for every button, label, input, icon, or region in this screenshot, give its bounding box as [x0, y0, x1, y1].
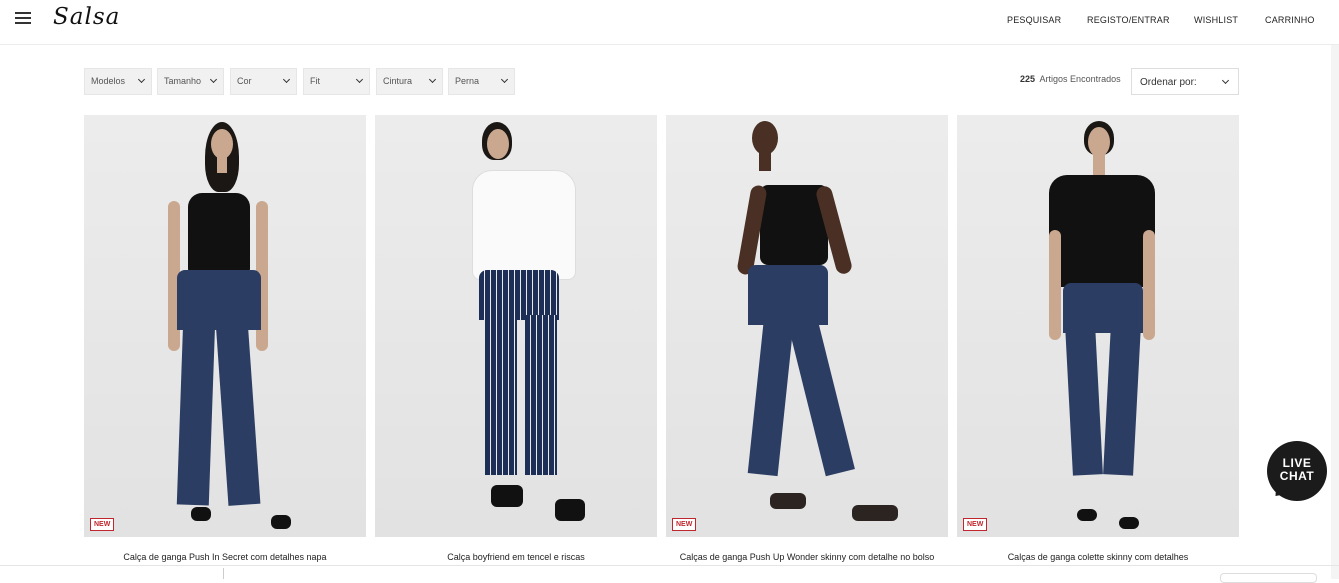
model-leg: [176, 319, 216, 506]
product-image[interactable]: NEW: [957, 115, 1239, 537]
model-leg: [747, 313, 795, 477]
filter-label: Tamanho: [164, 76, 202, 86]
chevron-down-icon: [282, 75, 291, 84]
chevron-down-icon: [137, 75, 146, 84]
model-leg: [525, 315, 557, 475]
product-title[interactable]: Calças de ganga colette skinny com detal…: [957, 552, 1239, 562]
chevron-down-icon: [355, 75, 364, 84]
model-top: [188, 193, 250, 273]
model-leg: [485, 315, 517, 475]
product-title[interactable]: Calça de ganga Push In Secret com detalh…: [84, 552, 366, 562]
filter-fit[interactable]: Fit: [303, 68, 370, 95]
livechat-line2: CHAT: [1279, 469, 1315, 483]
product-card[interactable]: Calça boyfriend em tencel e riscas: [375, 115, 657, 562]
logo[interactable]: Salsa: [53, 4, 120, 30]
results-count: 225 Artigos Encontrados: [1020, 74, 1121, 84]
chevron-down-icon: [428, 75, 437, 84]
chevron-down-icon: [209, 75, 218, 84]
filter-label: Cor: [237, 76, 252, 86]
results-label: Artigos Encontrados: [1039, 74, 1121, 84]
chevron-down-icon: [1221, 76, 1230, 85]
hamburger-menu-icon[interactable]: [15, 12, 31, 24]
product-image[interactable]: NEW: [666, 115, 948, 537]
model-neck: [759, 153, 771, 171]
model-leg: [215, 319, 261, 506]
product-card[interactable]: NEW Calça de ganga Push In Secret com de…: [84, 115, 366, 562]
nav-login[interactable]: REGISTO/ENTRAR: [1087, 15, 1170, 25]
nav-wishlist[interactable]: WISHLIST: [1194, 15, 1238, 25]
filter-cintura[interactable]: Cintura: [376, 68, 443, 95]
bottom-widget[interactable]: [1220, 573, 1317, 583]
model-arm: [1143, 230, 1155, 340]
model-shoe: [1077, 509, 1097, 521]
model-head: [752, 121, 778, 155]
filter-modelos[interactable]: Modelos: [84, 68, 152, 95]
model-shoe: [191, 507, 211, 521]
model-shoe: [491, 485, 523, 507]
filter-cor[interactable]: Cor: [230, 68, 297, 95]
product-card[interactable]: NEW Calças de ganga Push Up Wonder skinn…: [666, 115, 948, 562]
scrollbar[interactable]: [1331, 45, 1339, 579]
filter-label: Cintura: [383, 76, 413, 86]
model-head: [1088, 127, 1110, 157]
product-image[interactable]: [375, 115, 657, 537]
live-chat-icon[interactable]: LIVE CHAT: [1267, 441, 1327, 501]
model-shoe: [852, 505, 898, 521]
product-title[interactable]: Calça boyfriend em tencel e riscas: [375, 552, 657, 562]
model-neck: [217, 157, 227, 173]
product-card[interactable]: NEW Calças de ganga colette skinny com d…: [957, 115, 1239, 562]
model-arm: [1049, 230, 1061, 340]
model-leg: [1103, 324, 1141, 476]
model-leg: [1065, 324, 1103, 476]
model-leg: [787, 313, 855, 477]
filter-label: Modelos: [91, 76, 126, 86]
model-head: [211, 129, 233, 159]
model-top: [1049, 175, 1155, 287]
new-badge: NEW: [90, 518, 115, 531]
model-shoe: [555, 499, 585, 521]
model-trousers: [479, 270, 559, 320]
model-shoe: [770, 493, 806, 509]
new-badge: NEW: [672, 518, 697, 531]
divider: [223, 568, 224, 579]
product-image[interactable]: NEW: [84, 115, 366, 537]
results-number: 225: [1020, 74, 1036, 84]
model-shoe: [1119, 517, 1139, 529]
site-header: Salsa PESQUISAR REGISTO/ENTRAR WISHLIST …: [0, 0, 1339, 45]
filter-label: Perna: [455, 76, 480, 86]
product-title[interactable]: Calças de ganga Push Up Wonder skinny co…: [666, 552, 948, 562]
model-shirt: [472, 170, 576, 280]
sort-select[interactable]: Ordenar por:: [1131, 68, 1239, 95]
divider: [0, 565, 1339, 566]
model-head: [487, 129, 509, 159]
nav-cart[interactable]: CARRINHO: [1265, 15, 1315, 25]
filter-label: Fit: [310, 76, 320, 86]
filter-perna[interactable]: Perna: [448, 68, 515, 95]
model-neck: [1093, 155, 1105, 175]
chevron-down-icon: [500, 75, 509, 84]
nav-search[interactable]: PESQUISAR: [1007, 15, 1061, 25]
model-shoe: [271, 515, 291, 529]
filter-tamanho[interactable]: Tamanho: [157, 68, 224, 95]
new-badge: NEW: [963, 518, 988, 531]
sort-label: Ordenar por:: [1140, 77, 1197, 88]
